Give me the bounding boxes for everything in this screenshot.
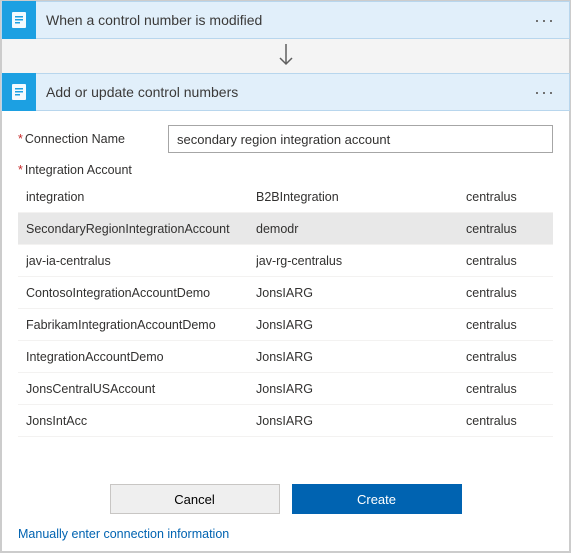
manual-connection-link[interactable]: Manually enter connection information	[18, 527, 229, 541]
account-name-cell: integration	[26, 190, 256, 204]
integration-account-row[interactable]: IntegrationAccountDemoJonsIARGcentralus	[18, 341, 553, 373]
resource-group-cell: JonsIARG	[256, 286, 466, 300]
integration-account-scroll[interactable]: integrationB2BIntegrationcentralusSecond…	[18, 181, 553, 439]
integration-account-row[interactable]: JonsIntAccJonsIARGcentralus	[18, 405, 553, 437]
resource-group-cell: JonsIARG	[256, 318, 466, 332]
integration-account-list: integrationB2BIntegrationcentralusSecond…	[18, 181, 553, 470]
integration-account-row[interactable]: ContosoIntegrationAccountDemoJonsIARGcen…	[18, 277, 553, 309]
integration-account-label: *Integration Account	[18, 163, 553, 177]
connection-name-label: *Connection Name	[18, 132, 168, 146]
action-card-title: Add or update control numbers	[46, 84, 530, 100]
account-name-cell: JonsCentralUSAccount	[26, 382, 256, 396]
manual-link-row: Manually enter connection information	[18, 524, 553, 541]
location-cell: centralus	[466, 190, 545, 204]
location-cell: centralus	[466, 414, 545, 428]
trigger-card-title: When a control number is modified	[46, 12, 530, 28]
cancel-button[interactable]: Cancel	[110, 484, 280, 514]
arrow-down-icon	[276, 42, 296, 70]
integration-account-row[interactable]: FabrikamIntegrationAccountDemoJonsIARGce…	[18, 309, 553, 341]
resource-group-cell: JonsIARG	[256, 414, 466, 428]
button-row: Cancel Create	[18, 484, 553, 514]
integration-account-row[interactable]: jav-ia-centralusjav-rg-centraluscentralu…	[18, 245, 553, 277]
resource-group-cell: JonsIARG	[256, 382, 466, 396]
action-card-menu-icon[interactable]: ···	[530, 82, 559, 103]
resource-group-cell: B2BIntegration	[256, 190, 466, 204]
action-card-header[interactable]: Add or update control numbers ···	[1, 73, 570, 111]
required-asterisk: *	[18, 132, 23, 146]
connection-name-input[interactable]	[168, 125, 553, 153]
account-name-cell: SecondaryRegionIntegrationAccount	[26, 222, 256, 236]
integration-account-icon	[2, 73, 36, 111]
location-cell: centralus	[466, 318, 545, 332]
action-card-body: *Connection Name *Integration Account in…	[1, 111, 570, 552]
location-cell: centralus	[466, 222, 545, 236]
account-name-cell: ContosoIntegrationAccountDemo	[26, 286, 256, 300]
connector-arrow-region	[1, 39, 570, 73]
location-cell: centralus	[466, 382, 545, 396]
location-cell: centralus	[466, 254, 545, 268]
resource-group-cell: demodr	[256, 222, 466, 236]
account-name-cell: IntegrationAccountDemo	[26, 350, 256, 364]
account-name-cell: jav-ia-centralus	[26, 254, 256, 268]
integration-account-row[interactable]: JonsCentralUSAccountJonsIARGcentralus	[18, 373, 553, 405]
resource-group-cell: JonsIARG	[256, 350, 466, 364]
connection-name-row: *Connection Name	[18, 125, 553, 153]
required-asterisk: *	[18, 163, 23, 177]
location-cell: centralus	[466, 350, 545, 364]
integration-account-row[interactable]: ContosoIntegrationAccountjonsignitergcen…	[18, 437, 553, 439]
trigger-card-header[interactable]: When a control number is modified ···	[1, 1, 570, 39]
location-cell: centralus	[466, 286, 545, 300]
account-name-cell: FabrikamIntegrationAccountDemo	[26, 318, 256, 332]
integration-account-icon	[2, 1, 36, 39]
account-name-cell: JonsIntAcc	[26, 414, 256, 428]
integration-account-row[interactable]: SecondaryRegionIntegrationAccountdemodrc…	[18, 213, 553, 245]
resource-group-cell: jav-rg-centralus	[256, 254, 466, 268]
create-button[interactable]: Create	[292, 484, 462, 514]
trigger-card-menu-icon[interactable]: ···	[530, 10, 559, 31]
designer-canvas: When a control number is modified ··· Ad…	[0, 0, 571, 553]
integration-account-row[interactable]: integrationB2BIntegrationcentralus	[18, 181, 553, 213]
